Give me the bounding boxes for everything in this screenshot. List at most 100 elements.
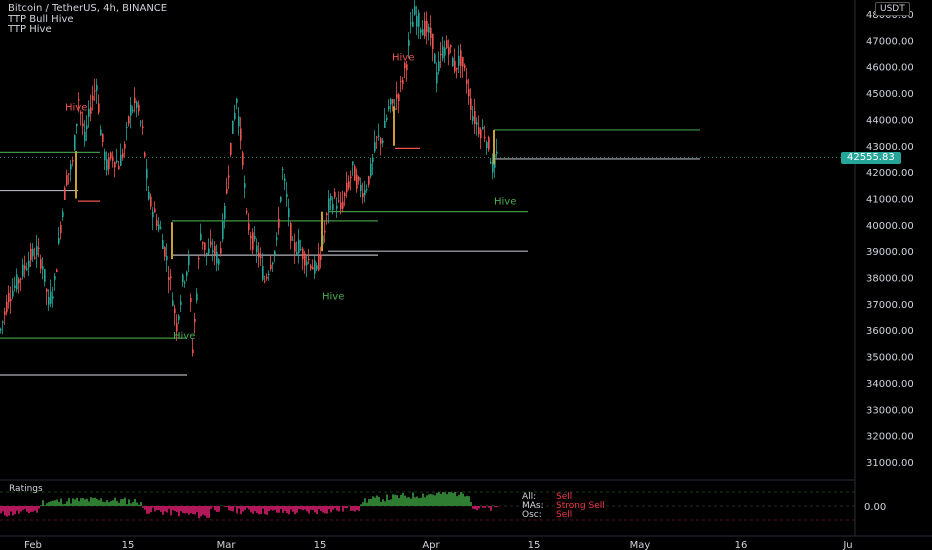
rating-bar <box>140 501 142 506</box>
candle-body <box>388 105 390 110</box>
rating-bar <box>200 506 202 517</box>
time-tick-label: Mar <box>217 540 237 550</box>
rating-bar <box>54 500 56 506</box>
rating-bar <box>460 492 462 506</box>
candle-body <box>10 298 12 302</box>
rating-bar <box>414 497 416 506</box>
candle-body <box>462 56 464 67</box>
candle-body <box>356 174 358 189</box>
candle-body <box>292 239 294 241</box>
rating-bar <box>258 506 260 515</box>
rating-bar <box>192 506 194 515</box>
candle-body <box>430 27 432 39</box>
rating-bar <box>86 498 88 506</box>
rating-bar <box>24 506 26 509</box>
price-chart[interactable]: HiveHiveHiveHiveHive 48000.0047000.00460… <box>0 0 932 550</box>
rating-bar <box>234 506 236 507</box>
rating-bar <box>400 494 402 506</box>
symbol-title[interactable]: Bitcoin / TetherUS, 4h, BINANCE <box>8 3 167 14</box>
rating-bar <box>84 499 86 506</box>
candle-body <box>54 275 56 280</box>
currency-badge[interactable]: USDT <box>875 2 910 16</box>
candle-body <box>468 88 470 97</box>
rating-bar <box>132 502 134 506</box>
time-tick-label: 15 <box>314 540 327 550</box>
price-tick-label: 36000.00 <box>866 326 914 337</box>
candle-body <box>328 198 330 211</box>
candle-body <box>252 232 254 250</box>
rating-bar <box>32 506 34 512</box>
candle-body <box>56 269 58 273</box>
candle-body <box>50 291 52 304</box>
candle-body <box>198 257 200 260</box>
candle-body <box>454 60 456 72</box>
hive-label: Hive <box>173 331 195 342</box>
candle-body <box>190 297 192 303</box>
candle-body <box>120 154 122 166</box>
rating-bar <box>42 500 44 506</box>
rating-bar <box>450 492 452 506</box>
candle-body <box>486 142 488 149</box>
candle-body <box>440 53 442 56</box>
rating-bar <box>418 498 420 506</box>
rating-bar <box>198 506 200 519</box>
rating-bar <box>298 506 300 510</box>
candle-body <box>448 47 450 55</box>
candle-body <box>74 135 76 151</box>
rating-bar <box>156 506 158 511</box>
candle-body <box>386 117 388 121</box>
candle-body <box>438 61 440 72</box>
rating-bar <box>430 494 432 506</box>
rating-bar <box>474 506 476 510</box>
candle-body <box>156 220 158 226</box>
ratings-pane-title[interactable]: Ratings <box>9 484 43 494</box>
rating-bar <box>112 500 114 506</box>
rating-bar <box>250 506 252 513</box>
rating-bar <box>56 499 58 506</box>
rating-bar <box>246 506 248 508</box>
candle-body <box>60 224 62 234</box>
rating-bar <box>378 496 380 506</box>
rating-bar <box>226 506 228 508</box>
rating-bar <box>194 506 196 515</box>
price-tick-label: 45000.00 <box>866 89 914 100</box>
rating-bar <box>204 506 206 516</box>
candle-body <box>340 202 342 209</box>
candle-body <box>362 192 364 198</box>
rating-bar <box>402 493 404 506</box>
rating-bar <box>398 498 400 506</box>
candle-body <box>12 290 14 297</box>
indicator-ttp-hive[interactable]: TTP Hive <box>8 24 52 35</box>
rating-bar <box>104 502 106 506</box>
rating-bar <box>136 502 138 506</box>
rating-bar <box>172 506 174 511</box>
rating-bar <box>38 506 40 509</box>
rating-bar <box>472 506 474 509</box>
rating-bar <box>122 499 124 506</box>
rating-bar <box>162 506 164 515</box>
rating-bar <box>20 506 22 512</box>
rating-bar <box>184 506 186 514</box>
rating-bar <box>386 494 388 506</box>
rating-bar <box>16 506 18 511</box>
rating-bar <box>94 497 96 506</box>
candle-body <box>420 29 422 33</box>
candle-body <box>64 187 66 200</box>
price-axis: 48000.0047000.0046000.0045000.0044000.00… <box>854 0 914 536</box>
candle-body <box>320 254 322 261</box>
rating-bar <box>342 506 344 512</box>
rating-bar <box>270 506 272 510</box>
candle-body <box>306 261 308 266</box>
rating-bar <box>428 494 430 506</box>
rating-bar <box>180 506 182 512</box>
candle-body <box>30 248 32 261</box>
rating-bar <box>280 506 282 510</box>
rating-bar <box>6 506 8 517</box>
candle-body <box>220 248 222 254</box>
candle-body <box>150 196 152 207</box>
candle-body <box>8 292 10 303</box>
rating-bar <box>144 506 146 510</box>
rating-bar <box>240 506 242 515</box>
rating-bar <box>12 506 14 516</box>
candle-body <box>48 297 50 305</box>
